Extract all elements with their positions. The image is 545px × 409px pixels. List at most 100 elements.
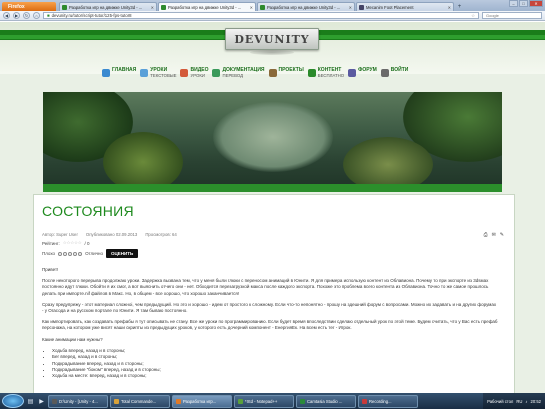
rating-row: Рейтинг: ☆☆☆☆☆ / 0	[42, 240, 89, 246]
menu-label: Уроки текстовые	[150, 68, 177, 79]
volume-icon[interactable]: ♪	[525, 399, 527, 404]
close-tab-icon[interactable]: ✕	[151, 5, 154, 10]
vote-radio-group[interactable]	[58, 251, 83, 256]
close-window-icon[interactable]: ✕	[529, 0, 543, 7]
taskbar-button[interactable]: Total Commande...	[110, 394, 170, 408]
menu-item[interactable]: Проекты	[268, 68, 304, 86]
menu-label-sub: текстовые	[150, 73, 177, 78]
app-icon	[362, 398, 367, 404]
site-logo[interactable]: DEVUNITY	[225, 28, 319, 50]
rating-value: / 0	[84, 240, 90, 246]
article-body: Привет! После некоторого перерыва продол…	[42, 267, 498, 380]
menu-label-sub: бесплатно	[317, 73, 345, 78]
windows-taskbar: ▤ ▶ D:\Unity - [Unity - 4... Total Comman…	[0, 393, 545, 409]
explorer-quicklaunch-icon[interactable]: ▤	[26, 396, 35, 407]
taskbar-tasks: D:\Unity - [Unity - 4... Total Commande..…	[48, 394, 418, 408]
vote-radio[interactable]	[73, 251, 78, 256]
navigation-toolbar: ◀ ▶ ↻ ⌂ ■ devunity.ru/tutor/script-tutor…	[0, 11, 545, 21]
article-paragraph: После некоторого перерыва продолжаю урок…	[42, 278, 489, 296]
menu-icon	[348, 69, 357, 77]
search-input[interactable]: Google	[482, 12, 542, 19]
browser-tab[interactable]: Mecanim Foot Placement ✕	[356, 2, 454, 11]
jungle-banner-image	[43, 92, 502, 192]
views-count: Просмотров: 64	[145, 232, 177, 237]
vote-radio[interactable]	[68, 251, 73, 256]
taskbar-button[interactable]: Recording...	[358, 394, 418, 408]
rating-label: Рейтинг:	[42, 240, 60, 246]
menu-label: Главная	[112, 68, 136, 73]
vote-radio[interactable]	[63, 251, 68, 256]
close-tab-icon[interactable]: ✕	[448, 5, 451, 10]
language-indicator[interactable]: RU	[516, 399, 522, 404]
tab-strip: Firefox Разработка игр на движке Unity3d…	[0, 0, 545, 11]
close-tab-icon[interactable]: ✕	[250, 5, 253, 10]
media-quicklaunch-icon[interactable]: ▶	[37, 396, 46, 407]
reload-icon[interactable]: ↻	[23, 12, 30, 19]
firefox-menu-button[interactable]: Firefox	[2, 2, 56, 11]
main-menu: Главная Уроки текстовые Видео уроки Документа…	[102, 68, 442, 88]
app-icon	[52, 398, 57, 404]
menu-item[interactable]: Документация перевод	[212, 68, 265, 86]
web-page: DEVUNITY Главная Уроки текстовые Видео уроки…	[0, 22, 545, 393]
site-favicon-icon	[260, 4, 265, 10]
edit-icon[interactable]: ✎	[500, 232, 504, 238]
taskbar-button-label: Разработка игр...	[183, 398, 217, 404]
vote-submit-button[interactable]: ОЦЕНИТЬ	[106, 249, 139, 258]
tab-title: Разработка игр на движке Unity3d - ...	[69, 4, 143, 10]
article-paragraph: Как импортировать, как создавать префабы…	[42, 319, 498, 331]
taskbar-button-label: D:\Unity - [Unity - 4...	[59, 398, 98, 404]
menu-icon	[307, 69, 316, 77]
rating-stars: ☆☆☆☆☆	[62, 240, 82, 245]
new-tab-button[interactable]: +	[455, 3, 464, 11]
mist-shape	[213, 102, 333, 172]
menu-item[interactable]: Войти	[380, 68, 409, 86]
bookmark-star-icon[interactable]: ☆	[471, 13, 475, 19]
logo-shadow	[250, 50, 294, 55]
taskbar-button[interactable]: *Xtd - Notepad++	[234, 394, 294, 408]
vote-radio[interactable]	[78, 251, 83, 256]
taskbar-button[interactable]: Camtasia Studio ...	[296, 394, 356, 408]
minimize-icon[interactable]: –	[509, 0, 518, 7]
menu-item[interactable]: Форум	[348, 68, 377, 86]
site-favicon-icon	[359, 4, 364, 10]
email-icon[interactable]: ✉	[492, 232, 496, 238]
back-arrow-icon[interactable]: ◀	[3, 12, 10, 19]
url-text: devunity.ru/tutor/script-tutor/125-fps-t…	[51, 13, 132, 18]
maximize-icon[interactable]: □	[519, 0, 528, 7]
menu-label: Войти	[391, 68, 409, 73]
print-icon[interactable]: ⎙	[484, 232, 488, 238]
menu-label-main: Войти	[390, 67, 409, 73]
app-icon	[114, 398, 119, 404]
vote-bad-label: Плохо	[42, 251, 56, 256]
taskbar-button-label: *Xtd - Notepad++	[245, 398, 278, 404]
vote-radio[interactable]	[58, 251, 63, 256]
app-icon	[176, 398, 181, 404]
menu-label: Документация перевод	[222, 68, 264, 79]
site-favicon-icon	[161, 4, 166, 10]
menu-label-sub: перевод	[222, 73, 244, 78]
forward-arrow-icon[interactable]: ▶	[13, 12, 20, 19]
taskbar-button[interactable]: D:\Unity - [Unity - 4...	[48, 394, 108, 408]
address-bar[interactable]: ■ devunity.ru/tutor/script-tutor/125-fps…	[43, 12, 479, 19]
article-paragraph: Сразу предупрежу - этот материал сложноi…	[42, 301, 497, 314]
vote-row: Плохо Отлично ОЦЕНИТЬ	[42, 249, 139, 258]
menu-item[interactable]: Контент бесплатно	[307, 68, 345, 86]
taskbar-button[interactable]: Разработка игр...	[172, 394, 232, 408]
taskbar-button-label: Total Commande...	[121, 398, 157, 404]
start-button[interactable]	[2, 394, 24, 408]
menu-item[interactable]: Уроки текстовые	[140, 68, 176, 86]
clock[interactable]: 20:52	[531, 399, 541, 404]
browser-tab[interactable]: Разработка игр на движке Unity3d - ... ✕	[257, 2, 355, 11]
window-controls: – □ ✕	[509, 0, 543, 7]
menu-label: Форум	[358, 68, 377, 73]
home-icon[interactable]: ⌂	[33, 12, 40, 19]
list-item: Ходьба на месте: вперед, назад и в сторо…	[52, 373, 498, 379]
menu-item[interactable]: Главная	[102, 68, 136, 86]
browser-tab-active[interactable]: Разработка игр на движке Unity3d - ... ✕	[158, 2, 256, 11]
menu-item[interactable]: Видео уроки	[180, 68, 208, 86]
close-tab-icon[interactable]: ✕	[349, 5, 352, 10]
system-tray: Рабочий стол RU ♪ 20:52	[483, 393, 545, 409]
desktop-label[interactable]: Рабочий стол	[487, 399, 513, 404]
browser-tab[interactable]: Разработка игр на движке Unity3d - ... ✕	[59, 2, 157, 11]
menu-label: Проекты	[279, 68, 304, 73]
